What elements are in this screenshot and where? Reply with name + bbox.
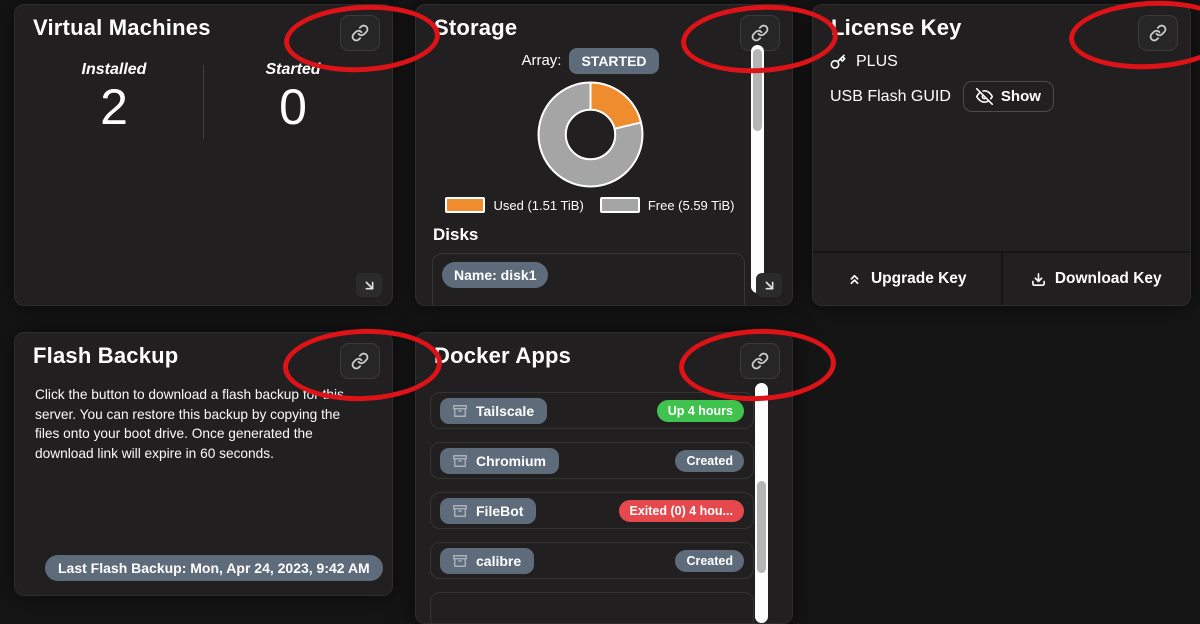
link-icon <box>751 352 769 370</box>
card-header: License Key <box>831 15 1178 51</box>
chevrons-up-icon <box>847 272 862 287</box>
license-key-link-button[interactable] <box>1138 15 1178 51</box>
upgrade-key-label: Upgrade Key <box>871 270 967 288</box>
virtual-machines-title: Virtual Machines <box>33 15 211 41</box>
docker-app-status-badge: Created <box>675 550 744 572</box>
stat-label: Installed <box>25 61 203 79</box>
docker-app-name: calibre <box>476 553 521 569</box>
key-icon <box>830 54 846 70</box>
download-key-label: Download Key <box>1055 270 1162 288</box>
docker-app-row[interactable]: calibre Created <box>430 542 754 579</box>
array-status-row: Array: STARTED <box>432 48 748 74</box>
docker-scrollbar-track[interactable] <box>755 383 768 623</box>
legend-swatch-used <box>445 197 485 213</box>
archive-icon <box>453 454 467 468</box>
docker-app-status-badge: Created <box>675 450 744 472</box>
arrow-down-right-icon <box>762 278 777 293</box>
legend-label: Used (1.51 TiB) <box>493 198 583 213</box>
storage-title: Storage <box>434 15 517 41</box>
flash-backup-description: Click the button to download a flash bac… <box>35 385 367 463</box>
vm-stat-installed: Installed 2 <box>25 61 203 134</box>
docker-app-row-partial[interactable] <box>430 592 754 624</box>
docker-app-row[interactable]: Tailscale Up 4 hours <box>430 392 754 429</box>
last-flash-backup-badge: Last Flash Backup: Mon, Apr 24, 2023, 9:… <box>45 555 383 581</box>
guid-label: USB Flash GUID <box>830 88 951 106</box>
card-header: Docker Apps <box>434 343 780 379</box>
docker-app-name-badge[interactable]: calibre <box>440 548 534 574</box>
disks-heading: Disks <box>433 225 478 245</box>
docker-app-row[interactable]: Chromium Created <box>430 442 754 479</box>
docker-apps-title: Docker Apps <box>434 343 571 369</box>
docker-app-name-badge[interactable]: Tailscale <box>440 398 547 424</box>
license-type-label: PLUS <box>856 53 898 71</box>
docker-scrollbar-thumb[interactable] <box>757 481 766 573</box>
array-label: Array: <box>521 52 561 69</box>
docker-app-status-badge: Exited (0) 4 hou... <box>619 500 745 522</box>
license-type-row: PLUS <box>830 53 898 71</box>
storage-card: Storage Array: STARTED Used (1.51 TiB) Fr… <box>415 4 793 306</box>
virtual-machines-link-button[interactable] <box>340 15 380 51</box>
docker-apps-link-button[interactable] <box>740 343 780 379</box>
disk-list-item[interactable]: Name: disk1 <box>432 253 745 306</box>
card-header: Flash Backup <box>33 343 380 379</box>
docker-app-name-badge[interactable]: FileBot <box>440 498 536 524</box>
eye-off-icon <box>976 88 993 105</box>
flash-backup-card: Flash Backup Click the button to downloa… <box>14 332 393 596</box>
flash-backup-title: Flash Backup <box>33 343 178 369</box>
card-header: Storage <box>434 15 780 51</box>
arrow-down-right-icon <box>362 278 377 293</box>
legend-item-used: Used (1.51 TiB) <box>445 197 583 213</box>
vm-stats: Installed 2 Started 0 <box>25 61 382 139</box>
show-guid-label: Show <box>1001 88 1041 105</box>
docker-app-status-badge: Up 4 hours <box>657 400 744 422</box>
storage-donut-chart <box>535 79 646 190</box>
upgrade-key-button[interactable]: Upgrade Key <box>813 253 1001 305</box>
link-icon <box>751 24 769 42</box>
archive-icon <box>453 504 467 518</box>
archive-icon <box>453 554 467 568</box>
flash-backup-link-button[interactable] <box>340 343 380 379</box>
storage-donut-wrap <box>432 79 748 190</box>
docker-apps-card: Docker Apps Tailscale Up 4 hours Chromiu… <box>415 332 793 624</box>
download-key-button[interactable]: Download Key <box>1001 253 1191 305</box>
resize-handle[interactable] <box>756 273 782 297</box>
license-footer: Upgrade Key Download Key <box>813 251 1190 305</box>
legend-label: Free (5.59 TiB) <box>648 198 735 213</box>
donut-legend: Used (1.51 TiB) Free (5.59 TiB) <box>432 197 748 213</box>
archive-icon <box>453 404 467 418</box>
guid-row: USB Flash GUID Show <box>830 81 1054 112</box>
dashboard: { "cards": { "virtual_machines": { "titl… <box>0 0 1200 600</box>
vm-stat-started: Started 0 <box>204 61 382 134</box>
docker-app-row[interactable]: FileBot Exited (0) 4 hou... <box>430 492 754 529</box>
license-key-card: License Key PLUS USB Flash GUID Show Upg… <box>812 4 1191 306</box>
resize-handle[interactable] <box>356 273 382 297</box>
license-key-title: License Key <box>831 15 962 41</box>
legend-item-free: Free (5.59 TiB) <box>600 197 735 213</box>
stat-label: Started <box>204 61 382 79</box>
docker-app-name: Tailscale <box>476 403 534 419</box>
link-icon <box>351 352 369 370</box>
stat-value: 0 <box>204 81 382 134</box>
card-header: Virtual Machines <box>33 15 380 51</box>
show-guid-button[interactable]: Show <box>963 81 1054 112</box>
docker-app-name: FileBot <box>476 503 523 519</box>
docker-app-name-badge[interactable]: Chromium <box>440 448 559 474</box>
stat-value: 2 <box>25 81 203 134</box>
disk-name-badge: Name: disk1 <box>442 262 548 288</box>
storage-scrollbar-thumb[interactable] <box>753 49 762 131</box>
virtual-machines-card: Virtual Machines Installed 2 Started 0 <box>14 4 393 306</box>
storage-scrollbar-track[interactable] <box>751 45 764 293</box>
link-icon <box>1149 24 1167 42</box>
legend-swatch-free <box>600 197 640 213</box>
docker-app-name: Chromium <box>476 453 546 469</box>
link-icon <box>351 24 369 42</box>
docker-app-list: Tailscale Up 4 hours Chromium Created Fi… <box>430 392 754 624</box>
array-status-badge: STARTED <box>569 48 658 74</box>
download-icon <box>1031 272 1046 287</box>
